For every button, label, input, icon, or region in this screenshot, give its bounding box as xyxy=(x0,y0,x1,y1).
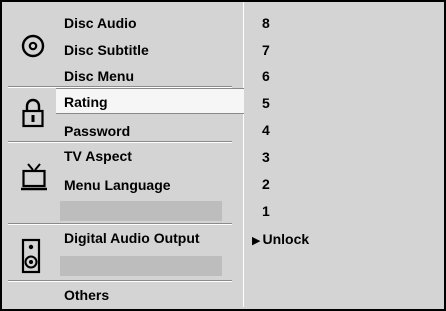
options-panel xyxy=(243,2,443,307)
menu-item-disc-menu[interactable]: Disc Menu xyxy=(64,68,134,84)
separator xyxy=(8,223,232,225)
lock-icon xyxy=(21,98,45,133)
unlock-label: Unlock xyxy=(262,231,310,247)
rating-option-5[interactable]: 5 xyxy=(262,95,270,111)
menu-item-menu-language[interactable]: Menu Language xyxy=(64,177,171,193)
empty-menu-slot xyxy=(60,256,222,276)
empty-menu-slot xyxy=(60,201,222,221)
disc-icon xyxy=(21,34,45,63)
rating-option-3[interactable]: 3 xyxy=(262,149,270,165)
menu-item-digital-audio-output[interactable]: Digital Audio Output xyxy=(64,230,200,246)
rating-option-4[interactable]: 4 xyxy=(262,122,270,138)
rating-option-8[interactable]: 8 xyxy=(262,15,270,31)
panel-divider xyxy=(235,2,243,307)
tv-icon xyxy=(21,163,47,196)
separator xyxy=(8,141,232,143)
rating-option-7[interactable]: 7 xyxy=(262,42,270,58)
rating-option-1[interactable]: 1 xyxy=(262,203,270,219)
menu-item-others[interactable]: Others xyxy=(64,287,109,303)
menu-item-disc-audio[interactable]: Disc Audio xyxy=(64,15,137,31)
menu-item-disc-subtitle[interactable]: Disc Subtitle xyxy=(64,42,149,58)
menu-item-rating[interactable]: Rating xyxy=(64,94,108,110)
selection-arrow-icon: ▶ xyxy=(252,235,261,247)
menu-item-password[interactable]: Password xyxy=(64,123,130,139)
rating-option-6[interactable]: 6 xyxy=(262,68,270,84)
rating-option-unlock[interactable]: ▶ Unlock xyxy=(252,231,309,249)
menu-item-tv-aspect[interactable]: TV Aspect xyxy=(64,148,132,164)
speaker-icon xyxy=(21,238,43,279)
separator xyxy=(8,280,232,282)
separator xyxy=(8,86,232,88)
rating-option-2[interactable]: 2 xyxy=(262,176,270,192)
